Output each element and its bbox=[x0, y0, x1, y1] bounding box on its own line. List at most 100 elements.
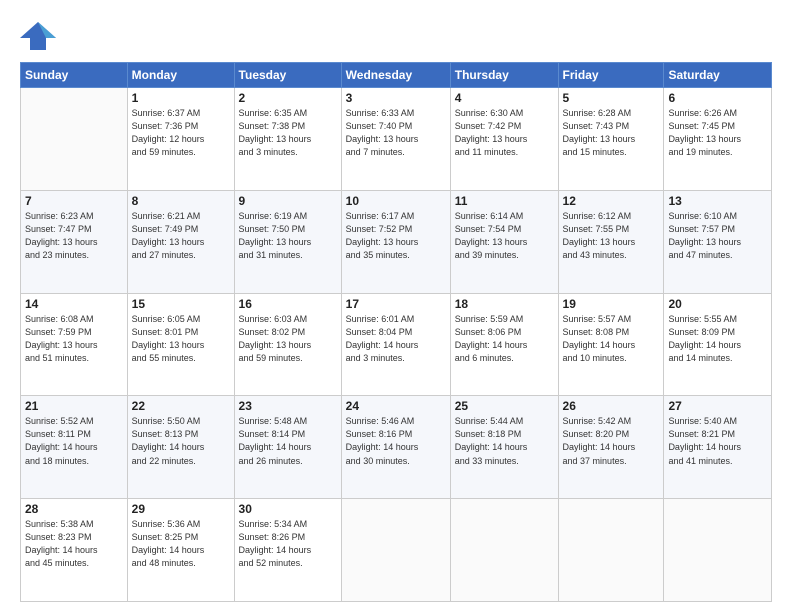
day-info: Sunrise: 6:30 AM Sunset: 7:42 PM Dayligh… bbox=[455, 107, 554, 159]
day-info: Sunrise: 6:28 AM Sunset: 7:43 PM Dayligh… bbox=[563, 107, 660, 159]
day-info: Sunrise: 5:59 AM Sunset: 8:06 PM Dayligh… bbox=[455, 313, 554, 365]
day-number: 18 bbox=[455, 297, 554, 311]
day-info: Sunrise: 6:33 AM Sunset: 7:40 PM Dayligh… bbox=[346, 107, 446, 159]
day-number: 29 bbox=[132, 502, 230, 516]
day-info: Sunrise: 5:36 AM Sunset: 8:25 PM Dayligh… bbox=[132, 518, 230, 570]
day-of-week-header: Thursday bbox=[450, 63, 558, 88]
calendar-cell: 5 Sunrise: 6:28 AM Sunset: 7:43 PM Daylig… bbox=[558, 88, 664, 191]
day-number: 4 bbox=[455, 91, 554, 105]
calendar-cell: 9Sunrise: 6:19 AM Sunset: 7:50 PM Daylig… bbox=[234, 190, 341, 293]
calendar-cell: 26 Sunrise: 5:42 AM Sunset: 8:20 PM Dayli… bbox=[558, 396, 664, 499]
day-number: 23 bbox=[239, 399, 337, 413]
day-number: 1 bbox=[132, 91, 230, 105]
day-number: 21 bbox=[25, 399, 123, 413]
day-of-week-header: Sunday bbox=[21, 63, 128, 88]
day-number: 16 bbox=[239, 297, 337, 311]
day-info: Sunrise: 6:01 AM Sunset: 8:04 PM Dayligh… bbox=[346, 313, 446, 365]
day-number: 11 bbox=[455, 194, 554, 208]
day-info: Sunrise: 5:48 AM Sunset: 8:14 PM Dayligh… bbox=[239, 415, 337, 467]
calendar-cell: 30 Sunrise: 5:34 AM Sunset: 8:26 PM Dayli… bbox=[234, 499, 341, 602]
days-of-week-row: SundayMondayTuesdayWednesdayThursdayFrid… bbox=[21, 63, 772, 88]
day-of-week-header: Friday bbox=[558, 63, 664, 88]
calendar-cell: 14 Sunrise: 6:08 AM Sunset: 7:59 PM Dayli… bbox=[21, 293, 128, 396]
day-number: 15 bbox=[132, 297, 230, 311]
day-info: Sunrise: 5:57 AM Sunset: 8:08 PM Dayligh… bbox=[563, 313, 660, 365]
calendar-cell: 11 Sunrise: 6:14 AM Sunset: 7:54 PM Dayli… bbox=[450, 190, 558, 293]
calendar-cell: 8Sunrise: 6:21 AM Sunset: 7:49 PM Daylig… bbox=[127, 190, 234, 293]
calendar-cell: 10Sunrise: 6:17 AM Sunset: 7:52 PM Dayli… bbox=[341, 190, 450, 293]
calendar-week-row: 28 Sunrise: 5:38 AM Sunset: 8:23 PM Dayli… bbox=[21, 499, 772, 602]
calendar-cell bbox=[341, 499, 450, 602]
day-info: Sunrise: 6:14 AM Sunset: 7:54 PM Dayligh… bbox=[455, 210, 554, 262]
day-info: Sunrise: 5:44 AM Sunset: 8:18 PM Dayligh… bbox=[455, 415, 554, 467]
header bbox=[20, 18, 772, 54]
calendar-cell: 22 Sunrise: 5:50 AM Sunset: 8:13 PM Dayli… bbox=[127, 396, 234, 499]
day-number: 12 bbox=[563, 194, 660, 208]
calendar-header: SundayMondayTuesdayWednesdayThursdayFrid… bbox=[21, 63, 772, 88]
calendar-cell: 19Sunrise: 5:57 AM Sunset: 8:08 PM Dayli… bbox=[558, 293, 664, 396]
day-number: 13 bbox=[668, 194, 767, 208]
day-number: 25 bbox=[455, 399, 554, 413]
day-info: Sunrise: 6:08 AM Sunset: 7:59 PM Dayligh… bbox=[25, 313, 123, 365]
day-info: Sunrise: 5:42 AM Sunset: 8:20 PM Dayligh… bbox=[563, 415, 660, 467]
calendar-cell: 16 Sunrise: 6:03 AM Sunset: 8:02 PM Dayli… bbox=[234, 293, 341, 396]
day-number: 7 bbox=[25, 194, 123, 208]
day-number: 24 bbox=[346, 399, 446, 413]
day-info: Sunrise: 6:12 AM Sunset: 7:55 PM Dayligh… bbox=[563, 210, 660, 262]
day-info: Sunrise: 6:23 AM Sunset: 7:47 PM Dayligh… bbox=[25, 210, 123, 262]
day-number: 30 bbox=[239, 502, 337, 516]
day-info: Sunrise: 6:03 AM Sunset: 8:02 PM Dayligh… bbox=[239, 313, 337, 365]
day-number: 5 bbox=[563, 91, 660, 105]
day-number: 27 bbox=[668, 399, 767, 413]
day-info: Sunrise: 5:52 AM Sunset: 8:11 PM Dayligh… bbox=[25, 415, 123, 467]
day-number: 17 bbox=[346, 297, 446, 311]
calendar-cell bbox=[450, 499, 558, 602]
calendar-cell: 4 Sunrise: 6:30 AM Sunset: 7:42 PM Daylig… bbox=[450, 88, 558, 191]
calendar-cell bbox=[664, 499, 772, 602]
calendar-cell: 28 Sunrise: 5:38 AM Sunset: 8:23 PM Dayli… bbox=[21, 499, 128, 602]
calendar-body: 1 Sunrise: 6:37 AM Sunset: 7:36 PM Daylig… bbox=[21, 88, 772, 602]
calendar-cell: 17 Sunrise: 6:01 AM Sunset: 8:04 PM Dayli… bbox=[341, 293, 450, 396]
day-info: Sunrise: 5:34 AM Sunset: 8:26 PM Dayligh… bbox=[239, 518, 337, 570]
day-of-week-header: Wednesday bbox=[341, 63, 450, 88]
calendar-cell bbox=[558, 499, 664, 602]
day-info: Sunrise: 6:37 AM Sunset: 7:36 PM Dayligh… bbox=[132, 107, 230, 159]
calendar-cell: 2Sunrise: 6:35 AM Sunset: 7:38 PM Daylig… bbox=[234, 88, 341, 191]
calendar-cell bbox=[21, 88, 128, 191]
day-number: 10 bbox=[346, 194, 446, 208]
page: SundayMondayTuesdayWednesdayThursdayFrid… bbox=[0, 0, 792, 612]
day-number: 26 bbox=[563, 399, 660, 413]
day-number: 20 bbox=[668, 297, 767, 311]
calendar-cell: 18 Sunrise: 5:59 AM Sunset: 8:06 PM Dayli… bbox=[450, 293, 558, 396]
calendar-week-row: 21 Sunrise: 5:52 AM Sunset: 8:11 PM Dayli… bbox=[21, 396, 772, 499]
calendar-cell: 12 Sunrise: 6:12 AM Sunset: 7:55 PM Dayli… bbox=[558, 190, 664, 293]
day-info: Sunrise: 5:40 AM Sunset: 8:21 PM Dayligh… bbox=[668, 415, 767, 467]
day-number: 6 bbox=[668, 91, 767, 105]
day-of-week-header: Monday bbox=[127, 63, 234, 88]
logo-icon bbox=[20, 18, 56, 54]
calendar-week-row: 7 Sunrise: 6:23 AM Sunset: 7:47 PM Daylig… bbox=[21, 190, 772, 293]
day-info: Sunrise: 6:19 AM Sunset: 7:50 PM Dayligh… bbox=[239, 210, 337, 262]
day-number: 14 bbox=[25, 297, 123, 311]
calendar-cell: 27 Sunrise: 5:40 AM Sunset: 8:21 PM Dayli… bbox=[664, 396, 772, 499]
day-number: 28 bbox=[25, 502, 123, 516]
calendar-cell: 24Sunrise: 5:46 AM Sunset: 8:16 PM Dayli… bbox=[341, 396, 450, 499]
calendar-cell: 21 Sunrise: 5:52 AM Sunset: 8:11 PM Dayli… bbox=[21, 396, 128, 499]
day-info: Sunrise: 5:38 AM Sunset: 8:23 PM Dayligh… bbox=[25, 518, 123, 570]
day-info: Sunrise: 6:35 AM Sunset: 7:38 PM Dayligh… bbox=[239, 107, 337, 159]
calendar-cell: 23 Sunrise: 5:48 AM Sunset: 8:14 PM Dayli… bbox=[234, 396, 341, 499]
day-of-week-header: Saturday bbox=[664, 63, 772, 88]
calendar-cell: 3 Sunrise: 6:33 AM Sunset: 7:40 PM Daylig… bbox=[341, 88, 450, 191]
calendar-cell: 20Sunrise: 5:55 AM Sunset: 8:09 PM Dayli… bbox=[664, 293, 772, 396]
day-number: 3 bbox=[346, 91, 446, 105]
day-info: Sunrise: 6:10 AM Sunset: 7:57 PM Dayligh… bbox=[668, 210, 767, 262]
logo bbox=[20, 18, 60, 54]
calendar-cell: 6 Sunrise: 6:26 AM Sunset: 7:45 PM Daylig… bbox=[664, 88, 772, 191]
day-info: Sunrise: 6:26 AM Sunset: 7:45 PM Dayligh… bbox=[668, 107, 767, 159]
calendar-cell: 25 Sunrise: 5:44 AM Sunset: 8:18 PM Dayli… bbox=[450, 396, 558, 499]
day-number: 22 bbox=[132, 399, 230, 413]
calendar-cell: 15Sunrise: 6:05 AM Sunset: 8:01 PM Dayli… bbox=[127, 293, 234, 396]
calendar-cell: 7 Sunrise: 6:23 AM Sunset: 7:47 PM Daylig… bbox=[21, 190, 128, 293]
day-info: Sunrise: 5:50 AM Sunset: 8:13 PM Dayligh… bbox=[132, 415, 230, 467]
calendar-cell: 29 Sunrise: 5:36 AM Sunset: 8:25 PM Dayli… bbox=[127, 499, 234, 602]
